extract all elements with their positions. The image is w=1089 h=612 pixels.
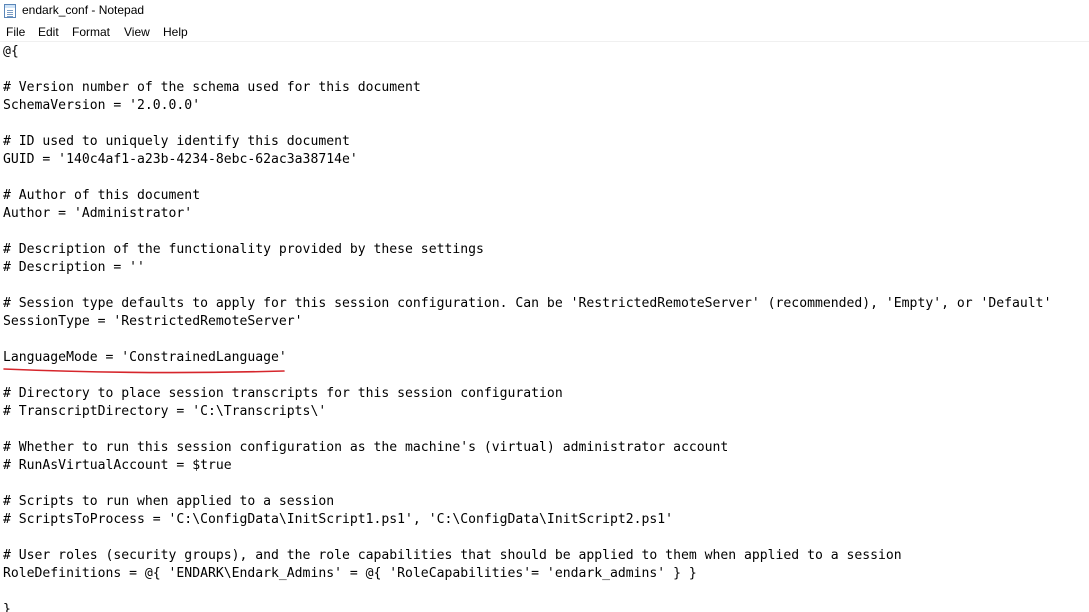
code-line: # Scripts to run when applied to a sessi… <box>3 494 335 509</box>
code-line-language-mode: LanguageMode = 'ConstrainedLanguage' <box>3 350 287 365</box>
code-line: RoleDefinitions = @{ 'ENDARK\Endark_Admi… <box>3 566 697 581</box>
notepad-icon <box>4 4 16 18</box>
menu-file[interactable]: File <box>6 25 25 39</box>
code-line: # Description of the functionality provi… <box>3 242 484 257</box>
menu-bar: File Edit Format View Help <box>0 22 1089 42</box>
code-line: # ID used to uniquely identify this docu… <box>3 134 350 149</box>
text-editor[interactable]: @{ # Version number of the schema used f… <box>0 41 1089 612</box>
menu-edit[interactable]: Edit <box>38 25 59 39</box>
code-line: # User roles (security groups), and the … <box>3 548 902 563</box>
code-line: # ScriptsToProcess = 'C:\ConfigData\Init… <box>3 512 674 527</box>
code-line: # TranscriptDirectory = 'C:\Transcripts\… <box>3 404 327 419</box>
code-line: @{ <box>3 44 19 59</box>
code-line: GUID = '140c4af1-a23b-4234-8ebc-62ac3a38… <box>3 152 358 167</box>
menu-format[interactable]: Format <box>72 25 110 39</box>
code-line: SessionType = 'RestrictedRemoteServer' <box>3 314 303 329</box>
code-line: # Version number of the schema used for … <box>3 80 421 95</box>
window-title: endark_conf - Notepad <box>22 3 145 17</box>
code-line: # RunAsVirtualAccount = $true <box>3 458 232 473</box>
code-line: # Description = '' <box>3 260 145 275</box>
code-line: SchemaVersion = '2.0.0.0' <box>3 98 201 113</box>
code-line: Author = 'Administrator' <box>3 206 193 221</box>
code-line: # Author of this document <box>3 188 201 203</box>
code-line: # Whether to run this session configurat… <box>3 440 729 455</box>
menu-help[interactable]: Help <box>163 25 188 39</box>
code-line: # Session type defaults to apply for thi… <box>3 296 1052 311</box>
title-bar: endark_conf - Notepad <box>0 0 1089 22</box>
code-line: # Directory to place session transcripts… <box>3 386 563 401</box>
code-line: } <box>3 602 11 612</box>
annotation-underline <box>3 368 285 374</box>
menu-view[interactable]: View <box>124 25 150 39</box>
